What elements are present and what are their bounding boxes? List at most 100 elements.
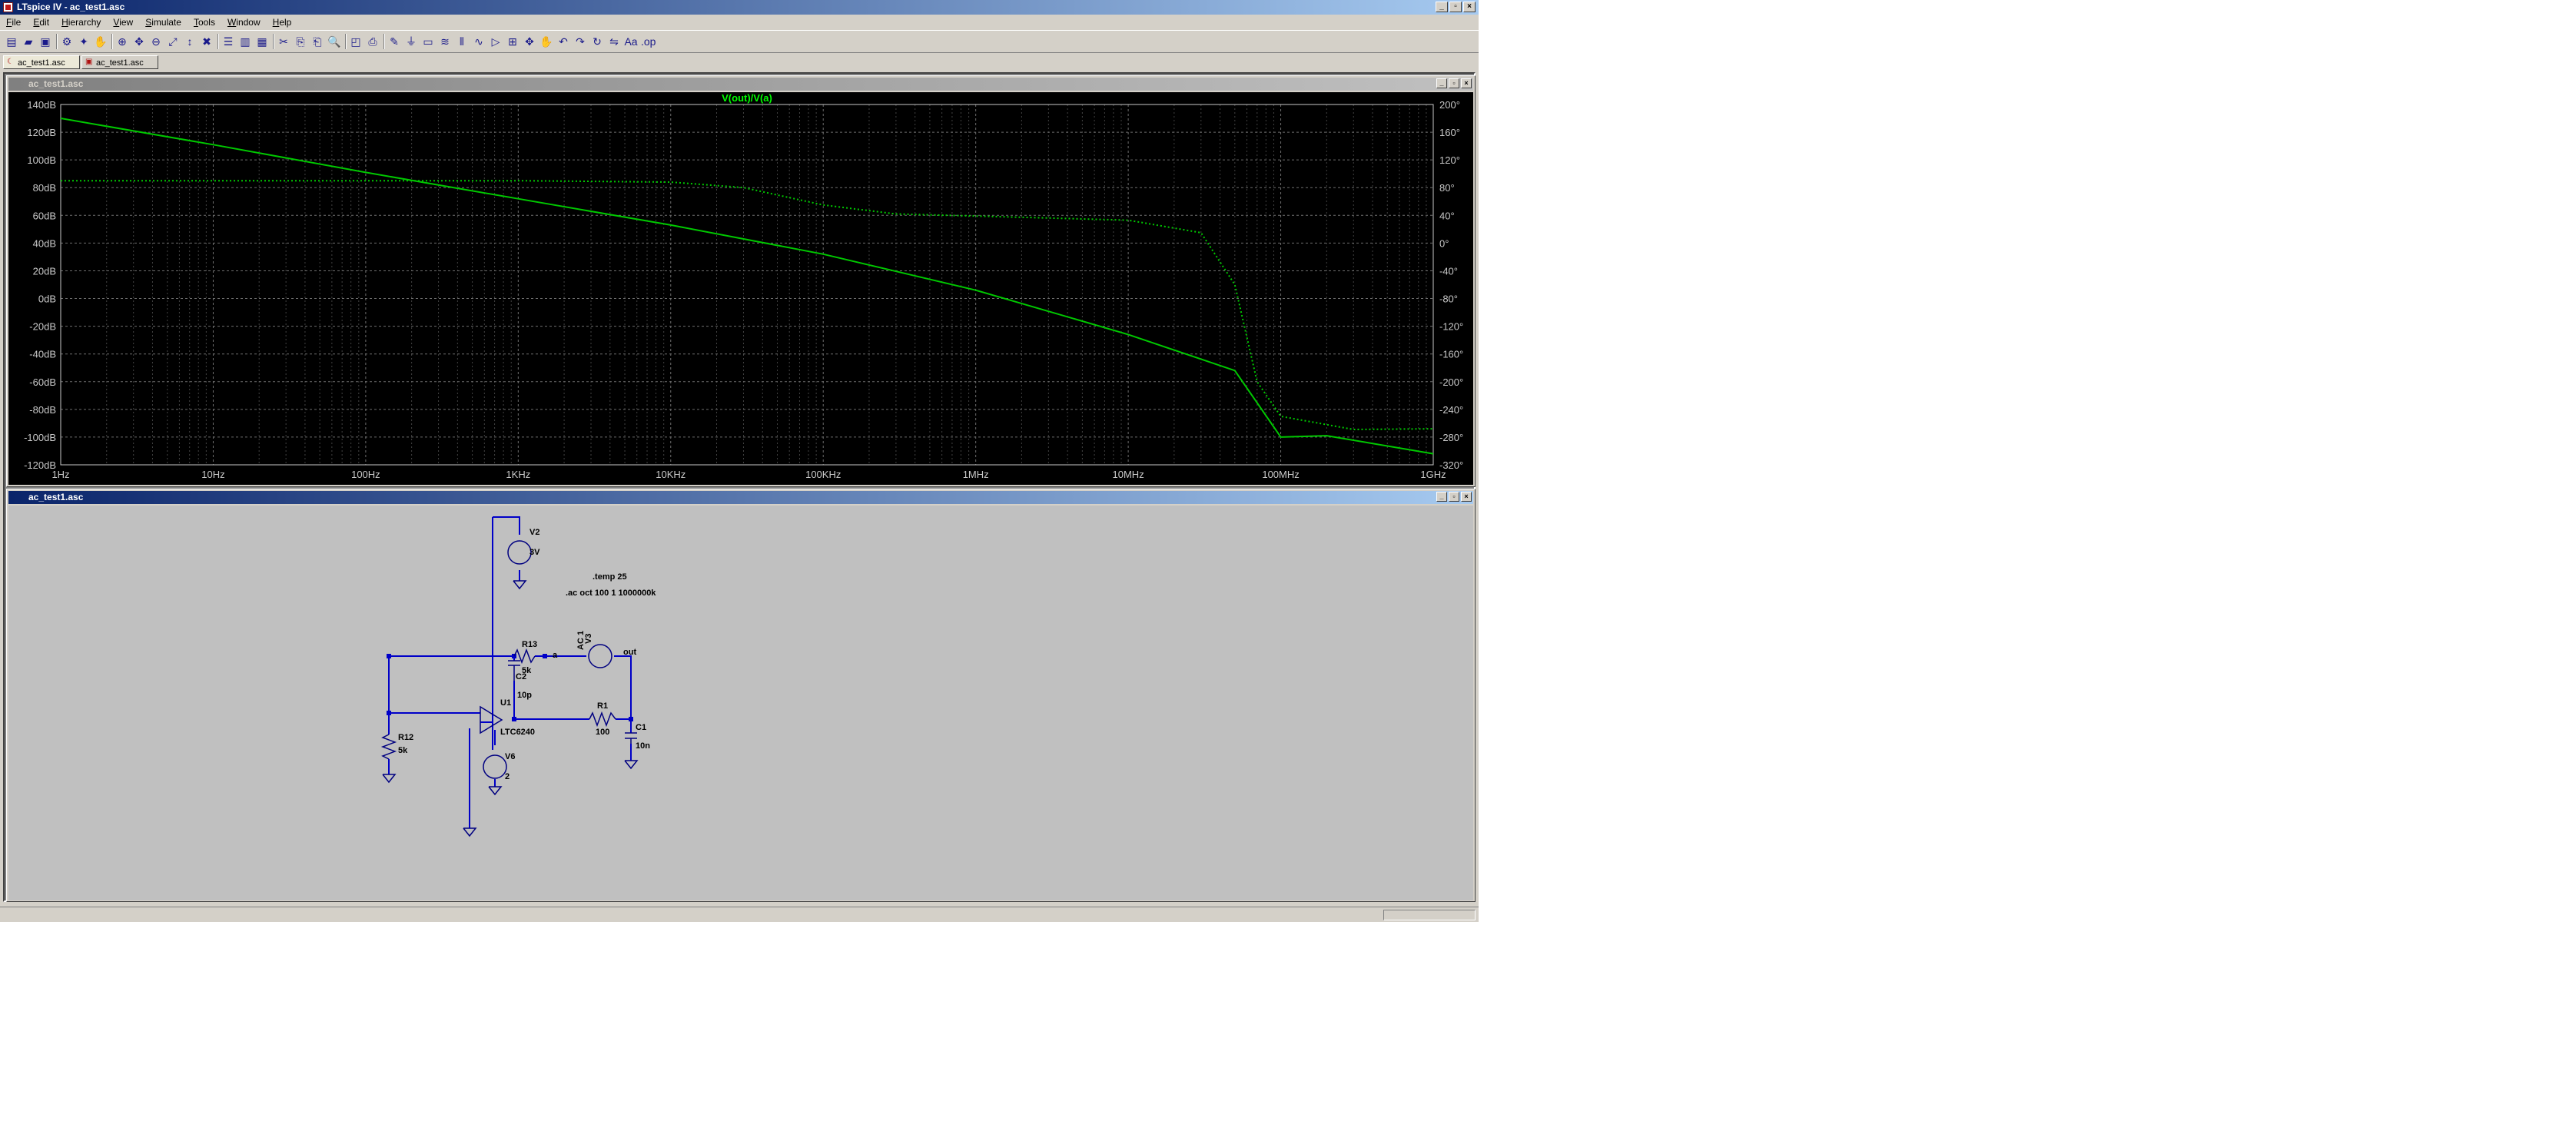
menu-window[interactable]: Window: [221, 15, 267, 30]
menu-hierarchy[interactable]: Hierarchy: [55, 15, 107, 30]
resistor-r12[interactable]: [380, 734, 397, 760]
diode-icon[interactable]: ▷: [489, 35, 503, 48]
menu-help[interactable]: Help: [267, 15, 298, 30]
y-left-tick-label: -40dB: [29, 349, 56, 360]
cut-icon[interactable]: ✂: [277, 35, 290, 48]
net-label-out[interactable]: out: [623, 648, 636, 657]
schematic-minimize-button[interactable]: _: [1436, 492, 1447, 502]
plot-close-button[interactable]: ×: [1461, 78, 1472, 88]
close-button[interactable]: ×: [1463, 2, 1476, 12]
run-icon[interactable]: ✦: [77, 35, 91, 48]
spice-directive-ac[interactable]: .ac oct 100 1 1000000k: [566, 589, 656, 598]
wire-icon[interactable]: ✎: [387, 35, 401, 48]
new-schematic-icon[interactable]: ▤: [5, 35, 18, 48]
y-right-tick-label: -320°: [1439, 459, 1463, 471]
component-value-c2[interactable]: 10p: [517, 691, 532, 700]
component-name-u1[interactable]: U1: [500, 698, 511, 708]
component-value-v2[interactable]: 3V: [529, 548, 540, 557]
zoom-out-icon[interactable]: ⊖: [149, 35, 163, 48]
app-title: LTspice IV - ac_test1.asc: [17, 2, 125, 12]
tab-ac-test1-plot[interactable]: ☾ ac_test1.asc: [3, 55, 80, 69]
undo-icon[interactable]: ↶: [556, 35, 570, 48]
trace-title[interactable]: V(out)/V(a): [722, 92, 772, 104]
wire[interactable]: [493, 516, 520, 535]
cascade-icon[interactable]: ▦: [255, 35, 269, 48]
resistor-r1[interactable]: [589, 711, 616, 728]
opamp-u1[interactable]: [480, 705, 503, 734]
mirror-icon[interactable]: ⇋: [607, 35, 621, 48]
waveform-plot[interactable]: 1Hz 10Hz 100Hz 1KHz 10KHz 100KHz 1MHz 10MHz 100M…: [8, 92, 1473, 485]
schematic-maximize-button[interactable]: ▫: [1449, 492, 1459, 502]
rotate-icon[interactable]: ↻: [590, 35, 604, 48]
spice-directive-temp[interactable]: .temp 25: [593, 572, 627, 582]
voltage-source-v6[interactable]: [483, 754, 507, 779]
label-net-icon[interactable]: ▭: [421, 35, 435, 48]
voltage-source-v3[interactable]: [588, 644, 612, 668]
x-tick-label: 100MHz: [1262, 469, 1299, 480]
component-name-v3[interactable]: V3: [584, 634, 593, 644]
ground-symbol: [463, 827, 477, 837]
halt-icon[interactable]: ✋: [94, 35, 108, 48]
zoom-fit-icon[interactable]: ⤢: [166, 35, 180, 48]
wire[interactable]: [614, 655, 632, 718]
menu-simulate[interactable]: Simulate: [139, 15, 188, 30]
resistor-icon[interactable]: ≋: [438, 35, 452, 48]
y-right-tick-label: -40°: [1439, 265, 1458, 277]
menu-file[interactable]: File: [0, 15, 27, 30]
capacitor-icon[interactable]: ⫴: [455, 35, 469, 48]
open-icon[interactable]: ▰: [22, 35, 35, 48]
print-preview-icon[interactable]: ◰: [349, 35, 363, 48]
toolbar-separator: [273, 34, 274, 49]
find-icon[interactable]: 🔍: [327, 35, 341, 48]
plot-window-title: ac_test1.asc: [28, 78, 84, 89]
tile-vertical-icon[interactable]: ▥: [238, 35, 252, 48]
control-panel-icon[interactable]: ⚙: [60, 35, 74, 48]
component-name-c1[interactable]: C1: [636, 723, 646, 732]
plot-maximize-button[interactable]: ▫: [1449, 78, 1459, 88]
component-value-r1[interactable]: 100: [596, 728, 609, 737]
net-label-a[interactable]: a: [553, 651, 558, 660]
schematic-canvas[interactable]: V2 3V .temp 25 .ac oct 100 1 1000000k R1…: [8, 506, 1473, 900]
component-value-u1[interactable]: LTC6240: [500, 728, 535, 737]
menu-view[interactable]: View: [107, 15, 139, 30]
move-icon[interactable]: ✥: [523, 35, 536, 48]
paste-icon[interactable]: ⎗: [310, 35, 324, 48]
maximize-button[interactable]: ▫: [1449, 2, 1462, 12]
mark-unconnected-icon[interactable]: ✖: [200, 35, 214, 48]
ground-icon[interactable]: ⏚: [404, 35, 418, 48]
x-tick-label: 1KHz: [506, 469, 530, 480]
component-name-v2[interactable]: V2: [529, 528, 539, 537]
voltage-source-v2[interactable]: [507, 540, 532, 565]
component-name-c2[interactable]: C2: [516, 672, 526, 681]
print-icon[interactable]: ⎙: [366, 35, 380, 48]
redo-icon[interactable]: ↷: [573, 35, 587, 48]
y-right-tick-label: -80°: [1439, 293, 1458, 305]
component-value-r12[interactable]: 5k: [398, 746, 408, 755]
component-name-r1[interactable]: R1: [597, 701, 608, 711]
zoom-pan-icon[interactable]: ✥: [132, 35, 146, 48]
component-icon[interactable]: ⊞: [506, 35, 520, 48]
component-name-v6[interactable]: V6: [505, 752, 515, 761]
component-value-v6[interactable]: 2: [505, 772, 510, 781]
menu-edit[interactable]: Edit: [27, 15, 55, 30]
tile-horizontal-icon[interactable]: ☰: [221, 35, 235, 48]
inductor-icon[interactable]: ∿: [472, 35, 486, 48]
menu-tools[interactable]: Tools: [188, 15, 221, 30]
app-title-bar[interactable]: LTspice IV - ac_test1.asc _ ▫ ×: [0, 0, 1479, 15]
copy-icon[interactable]: ⎘: [294, 35, 307, 48]
minimize-button[interactable]: _: [1436, 2, 1448, 12]
save-icon[interactable]: ▣: [38, 35, 52, 48]
autorange-icon[interactable]: ↕: [183, 35, 197, 48]
text-icon[interactable]: Aa: [624, 35, 638, 48]
plot-window-title-bar[interactable]: ac_test1.asc _ ▫ ×: [8, 78, 1473, 91]
schematic-close-button[interactable]: ×: [1461, 492, 1472, 502]
component-name-r12[interactable]: R12: [398, 733, 413, 742]
plot-minimize-button[interactable]: _: [1436, 78, 1447, 88]
tab-ac-test1-schematic[interactable]: ▣ ac_test1.asc: [81, 55, 158, 69]
schematic-window-title-bar[interactable]: ac_test1.asc _ ▫ ×: [8, 491, 1473, 504]
drag-icon[interactable]: ✋: [539, 35, 553, 48]
spice-directive-icon[interactable]: .op: [641, 35, 656, 48]
component-value-c1[interactable]: 10n: [636, 741, 650, 751]
zoom-in-icon[interactable]: ⊕: [115, 35, 129, 48]
component-name-r13[interactable]: R13: [522, 640, 537, 649]
